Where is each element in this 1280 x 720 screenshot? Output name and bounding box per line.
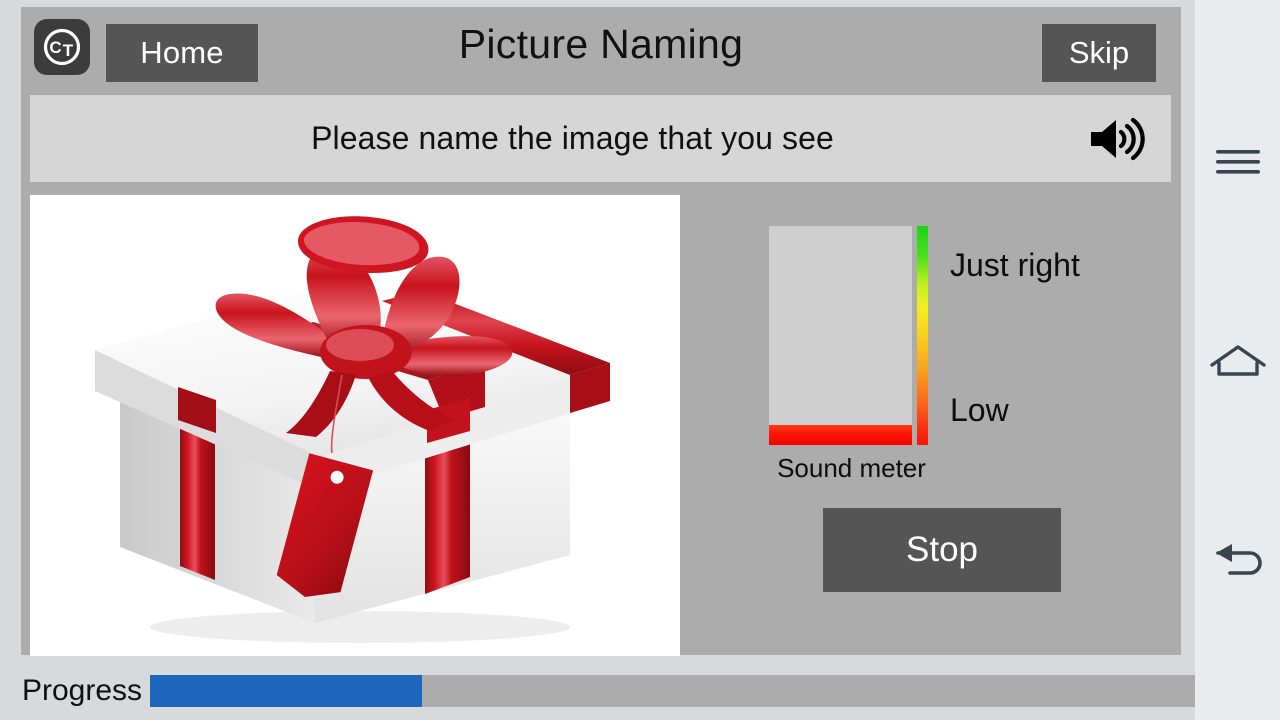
svg-text:C: C (49, 38, 61, 57)
skip-button-label: Skip (1068, 35, 1130, 70)
sound-meter-low-label: Low (950, 392, 1009, 428)
progress-area: Progress (0, 662, 1195, 720)
stimulus-image-panel (30, 195, 680, 656)
skip-button[interactable]: Skip (1042, 24, 1156, 82)
instruction-bar: Please name the image that you see (30, 95, 1171, 182)
sound-meter-level-bar (769, 425, 912, 445)
back-arrow-icon[interactable] (1195, 528, 1280, 592)
stop-button-label: Stop (906, 530, 978, 569)
progress-label: Progress (22, 674, 143, 707)
progress-bar (150, 675, 1195, 707)
sound-meter-caption: Sound meter (777, 453, 926, 483)
android-navigation-bar (1195, 0, 1280, 720)
menu-hamburger-icon[interactable] (1195, 130, 1280, 194)
home-button-label: Home (140, 35, 224, 70)
app-window: C T Home Picture Naming Skip Please name… (21, 7, 1181, 656)
constant-therapy-logo-icon[interactable]: C T (34, 19, 90, 75)
page-title: Picture Naming (458, 21, 744, 67)
home-outline-icon[interactable] (1195, 328, 1280, 392)
svg-text:T: T (63, 41, 74, 60)
app-header: C T Home Picture Naming Skip (21, 7, 1181, 88)
screen: C T Home Picture Naming Skip Please name… (0, 0, 1280, 720)
stop-button[interactable]: Stop (823, 508, 1061, 592)
sound-meter-display (769, 226, 912, 445)
sound-meter-scale (917, 226, 928, 445)
instruction-text: Please name the image that you see (311, 120, 834, 156)
speaker-volume-icon[interactable] (1061, 95, 1171, 182)
progress-bar-fill (150, 675, 422, 707)
gift-box-image (30, 195, 680, 656)
sound-meter-high-label: Just right (950, 247, 1080, 283)
home-button[interactable]: Home (106, 24, 258, 82)
